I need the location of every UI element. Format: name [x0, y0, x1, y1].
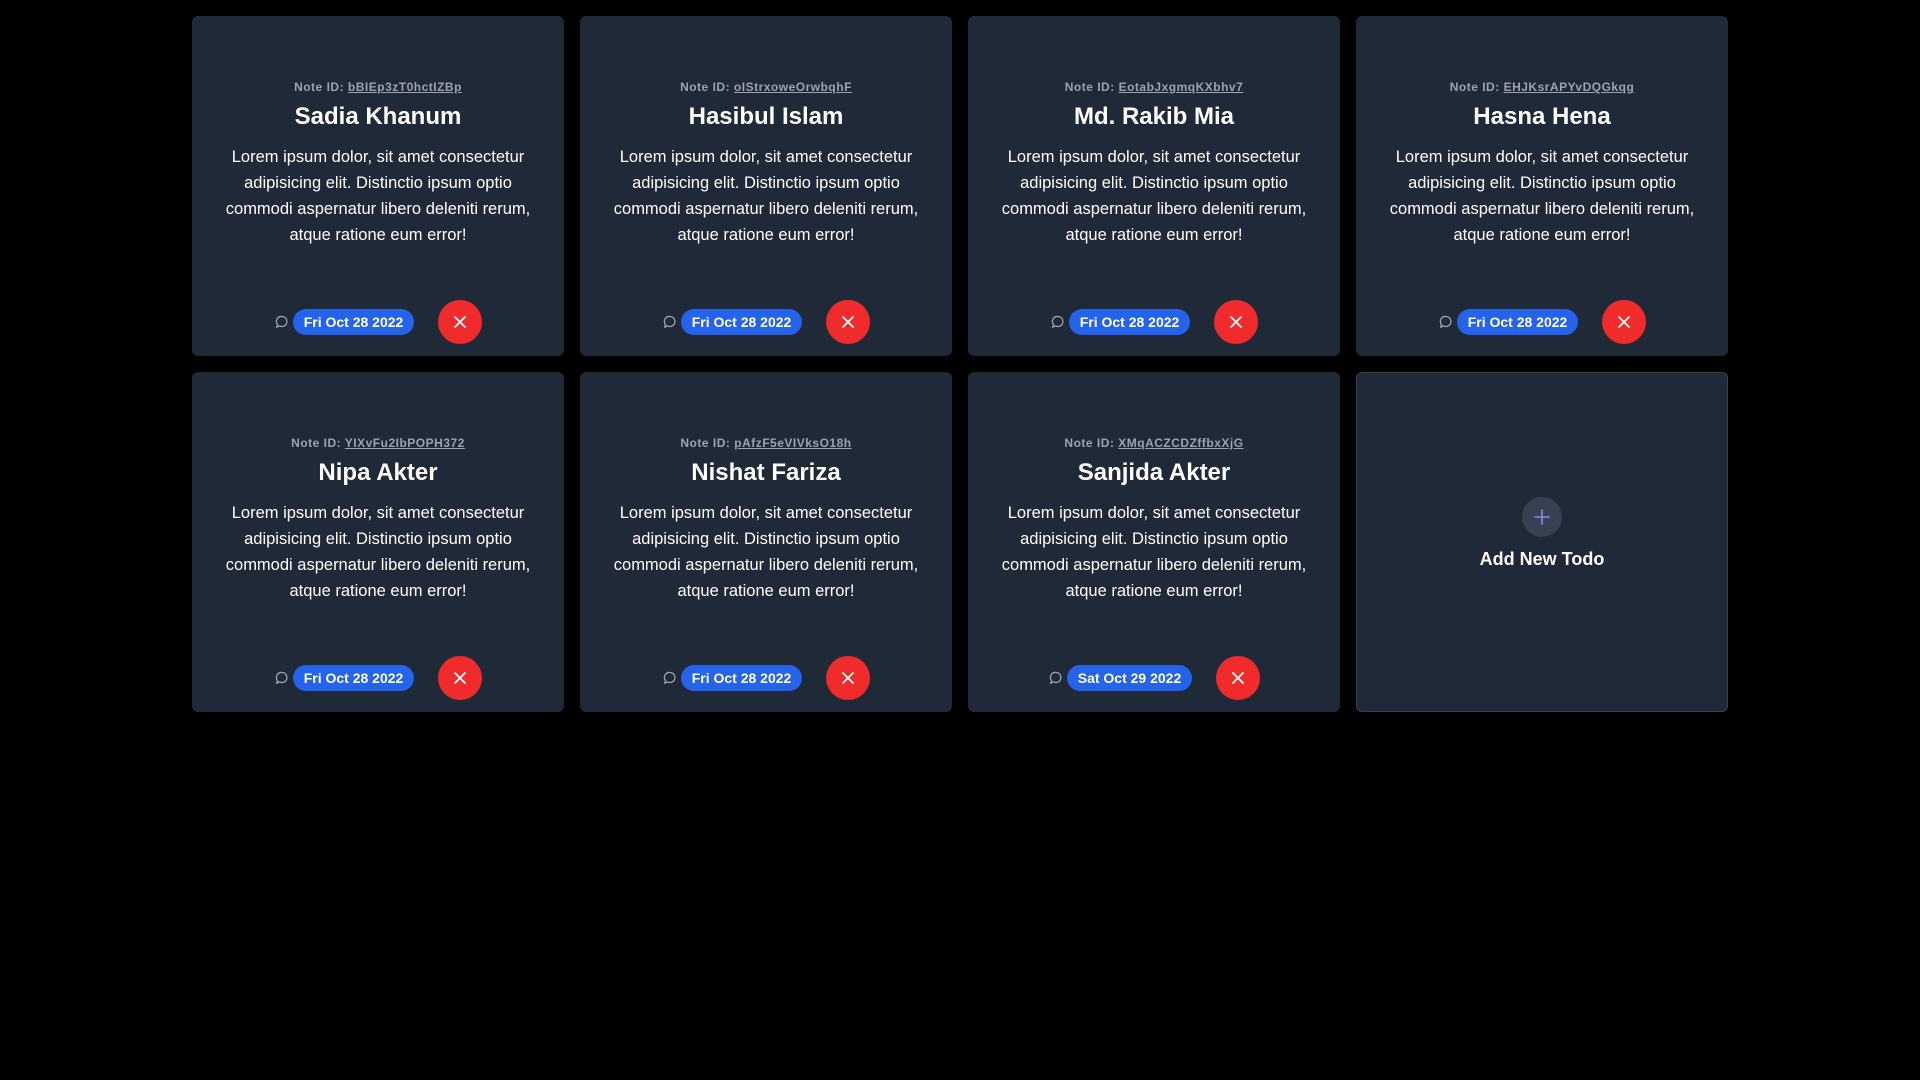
add-new-todo-card[interactable]: Add New Todo — [1356, 372, 1728, 712]
note-title: Sadia Khanum — [294, 103, 462, 130]
note-title: Sanjida Akter — [1077, 459, 1231, 486]
note-id-prefix: Note ID: — [680, 436, 731, 450]
note-title: Md. Rakib Mia — [1073, 103, 1235, 130]
delete-note-button[interactable] — [438, 656, 483, 700]
notes-grid: Note ID: bBIEp3zT0hctIZBp Sadia Khanum L… — [192, 16, 1728, 712]
delete-note-button[interactable] — [1214, 300, 1259, 344]
delete-note-button[interactable] — [826, 656, 871, 700]
note-id-line: Note ID: YIXvFu2IbPOPH372 — [192, 436, 564, 450]
note-footer: Fri Oct 28 2022 — [192, 656, 564, 700]
note-body: Lorem ipsum dolor, sit amet consectetur … — [225, 504, 531, 600]
date-badge[interactable]: Fri Oct 28 2022 — [292, 665, 415, 691]
close-icon — [1618, 316, 1631, 328]
delete-note-button[interactable] — [1216, 656, 1261, 700]
note-card: Note ID: oIStrxoweOrwbqhF Hasibul Islam … — [580, 16, 952, 356]
date-badge[interactable]: Sat Oct 29 2022 — [1066, 665, 1193, 691]
note-id-prefix: Note ID: — [1064, 436, 1115, 450]
note-title: Nipa Akter — [318, 459, 438, 486]
note-id-link[interactable]: oIStrxoweOrwbqhF — [734, 80, 852, 94]
note-body: Lorem ipsum dolor, sit amet consectetur … — [1389, 148, 1695, 244]
add-new-todo-label[interactable]: Add New Todo — [1357, 549, 1727, 570]
comment-icon — [662, 314, 678, 330]
comment-icon — [274, 670, 290, 686]
note-footer: Fri Oct 28 2022 — [580, 300, 952, 344]
date-badge[interactable]: Fri Oct 28 2022 — [680, 309, 803, 335]
note-footer: Fri Oct 28 2022 — [580, 656, 952, 700]
note-body: Lorem ipsum dolor, sit amet consectetur … — [613, 148, 919, 244]
delete-note-button[interactable] — [826, 300, 871, 344]
close-icon — [842, 672, 855, 684]
note-id-line: Note ID: XMqACZCDZffbxXjG — [968, 436, 1340, 450]
close-icon — [1230, 316, 1243, 328]
note-body: Lorem ipsum dolor, sit amet consectetur … — [225, 148, 531, 244]
note-id-line: Note ID: pAfzF5eVIVksO18h — [580, 436, 952, 450]
date-badge[interactable]: Fri Oct 28 2022 — [680, 665, 803, 691]
note-card: Note ID: bBIEp3zT0hctIZBp Sadia Khanum L… — [192, 16, 564, 356]
comment-icon — [1438, 314, 1454, 330]
note-title: Nishat Fariza — [691, 459, 841, 486]
note-id-prefix: Note ID: — [291, 436, 342, 450]
plus-icon[interactable] — [1522, 497, 1562, 537]
note-id-prefix: Note ID: — [294, 80, 345, 94]
date-badge[interactable]: Fri Oct 28 2022 — [1068, 309, 1191, 335]
date-badge[interactable]: Fri Oct 28 2022 — [1456, 309, 1579, 335]
comment-icon — [274, 314, 290, 330]
close-icon — [454, 672, 467, 684]
note-card: Note ID: XMqACZCDZffbxXjG Sanjida Akter … — [968, 372, 1340, 712]
note-card: Note ID: YIXvFu2IbPOPH372 Nipa Akter Lor… — [192, 372, 564, 712]
note-title: Hasibul Islam — [688, 103, 844, 130]
note-body: Lorem ipsum dolor, sit amet consectetur … — [1001, 148, 1307, 244]
note-id-link[interactable]: bBIEp3zT0hctIZBp — [348, 80, 462, 94]
note-footer: Fri Oct 28 2022 — [968, 300, 1340, 344]
note-id-link[interactable]: XMqACZCDZffbxXjG — [1118, 436, 1243, 450]
note-id-prefix: Note ID: — [1449, 80, 1500, 94]
note-card: Note ID: EotabJxgmqKXbhv7 Md. Rakib Mia … — [968, 16, 1340, 356]
note-id-link[interactable]: EHJKsrAPYvDQGkqg — [1504, 80, 1635, 94]
note-card: Note ID: pAfzF5eVIVksO18h Nishat Fariza … — [580, 372, 952, 712]
delete-note-button[interactable] — [438, 300, 483, 344]
note-id-link[interactable]: YIXvFu2IbPOPH372 — [345, 436, 465, 450]
comment-icon — [662, 670, 678, 686]
note-footer: Fri Oct 28 2022 — [1356, 300, 1728, 344]
comment-icon — [1048, 670, 1064, 686]
date-badge[interactable]: Fri Oct 28 2022 — [292, 309, 415, 335]
note-id-line: Note ID: EotabJxgmqKXbhv7 — [968, 80, 1340, 94]
note-id-prefix: Note ID: — [680, 80, 731, 94]
comment-icon — [1050, 314, 1066, 330]
close-icon — [842, 316, 855, 328]
note-id-prefix: Note ID: — [1064, 80, 1115, 94]
close-icon — [1232, 672, 1245, 684]
close-icon — [454, 316, 467, 328]
note-id-line: Note ID: EHJKsrAPYvDQGkqg — [1356, 80, 1728, 94]
delete-note-button[interactable] — [1602, 300, 1647, 344]
note-id-line: Note ID: oIStrxoweOrwbqhF — [580, 80, 952, 94]
note-id-link[interactable]: EotabJxgmqKXbhv7 — [1119, 80, 1244, 94]
note-footer: Fri Oct 28 2022 — [192, 300, 564, 344]
note-body: Lorem ipsum dolor, sit amet consectetur … — [613, 504, 919, 600]
note-card: Note ID: EHJKsrAPYvDQGkqg Hasna Hena Lor… — [1356, 16, 1728, 356]
note-body: Lorem ipsum dolor, sit amet consectetur … — [1001, 504, 1307, 600]
note-footer: Sat Oct 29 2022 — [968, 656, 1340, 700]
note-title: Hasna Hena — [1473, 103, 1611, 130]
note-id-line: Note ID: bBIEp3zT0hctIZBp — [192, 80, 564, 94]
note-id-link[interactable]: pAfzF5eVIVksO18h — [734, 436, 851, 450]
